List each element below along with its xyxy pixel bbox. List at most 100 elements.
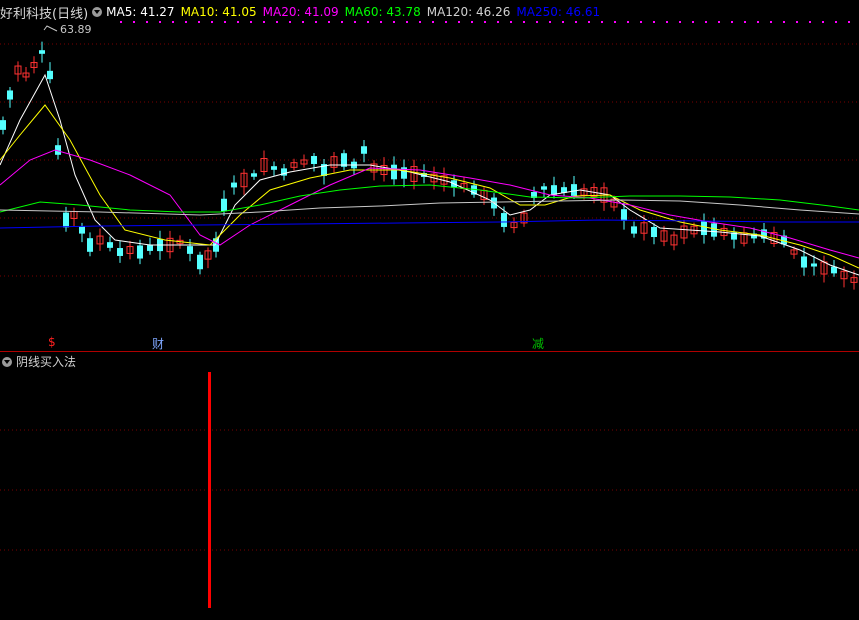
top-dot xyxy=(601,21,603,23)
top-dot xyxy=(549,21,551,23)
top-dot xyxy=(315,21,317,23)
top-dot xyxy=(432,21,434,23)
top-dot xyxy=(159,21,161,23)
top-dot xyxy=(185,21,187,23)
candle-down xyxy=(361,146,367,154)
candle-down xyxy=(147,245,153,251)
candle-down xyxy=(251,173,257,177)
top-dot xyxy=(341,21,343,23)
top-dot xyxy=(445,21,447,23)
top-dot xyxy=(393,21,395,23)
top-dot xyxy=(367,21,369,23)
ma20-label: MA20: 41.09 xyxy=(262,5,339,19)
top-dot xyxy=(731,21,733,23)
ma60-line xyxy=(0,184,859,213)
top-dot xyxy=(224,21,226,23)
top-dot xyxy=(718,21,720,23)
candle-down xyxy=(551,185,557,195)
candle-down xyxy=(701,220,707,236)
candle-down xyxy=(631,226,637,234)
candle-down xyxy=(801,256,807,268)
candle-down xyxy=(137,245,143,259)
top-dot xyxy=(250,21,252,23)
top-dot xyxy=(198,21,200,23)
candle-down xyxy=(0,120,6,130)
top-dot xyxy=(614,21,616,23)
top-dot xyxy=(588,21,590,23)
top-dot xyxy=(289,21,291,23)
ma10-line xyxy=(0,104,859,269)
top-dot xyxy=(328,21,330,23)
top-dot xyxy=(705,21,707,23)
top-dot xyxy=(835,21,837,23)
indicator-chart xyxy=(0,372,859,608)
top-dot xyxy=(354,21,356,23)
top-dot xyxy=(744,21,746,23)
top-dot xyxy=(497,21,499,23)
top-dot xyxy=(146,21,148,23)
top-dot xyxy=(406,21,408,23)
top-dot xyxy=(627,21,629,23)
candle-down xyxy=(39,50,45,54)
candle-down xyxy=(831,266,837,274)
indicator-title[interactable]: 阴线买入法 xyxy=(16,353,76,370)
candle-down xyxy=(47,70,53,80)
marker-dollar[interactable]: $ xyxy=(48,335,56,349)
candle-down xyxy=(811,263,817,267)
top-dot xyxy=(380,21,382,23)
top-dot xyxy=(458,21,460,23)
indicator-toggle-icon[interactable] xyxy=(2,356,12,367)
candle-down xyxy=(541,186,547,190)
top-dot xyxy=(809,21,811,23)
ma250-label: MA250: 46.61 xyxy=(516,5,601,19)
ma120-label: MA120: 46.26 xyxy=(426,5,511,19)
indicator-panel[interactable]: 阴线买入法 xyxy=(0,352,859,616)
top-dot xyxy=(783,21,785,23)
candle-down xyxy=(79,226,85,234)
stock-name[interactable]: 好利科技(日线) xyxy=(0,3,88,22)
candle-down xyxy=(571,184,577,196)
candle-down xyxy=(221,198,227,212)
marker-jian[interactable]: 减 xyxy=(532,335,544,352)
top-dot xyxy=(510,21,512,23)
top-dot xyxy=(536,21,538,23)
peak-price-label: 63.89 xyxy=(60,23,92,36)
ma250-line xyxy=(0,219,859,229)
top-dot xyxy=(523,21,525,23)
ma5-label: MA5: 41.27 xyxy=(106,5,175,19)
top-dot xyxy=(640,21,642,23)
candlestick-chart xyxy=(0,21,859,290)
main-price-chart[interactable]: 好利科技(日线) MA5: 41.27 MA10: 41.05 MA20: 41… xyxy=(0,0,859,352)
top-dot xyxy=(822,21,824,23)
top-dot xyxy=(848,21,850,23)
candle-down xyxy=(621,209,627,221)
top-dot xyxy=(211,21,213,23)
candle-down xyxy=(187,246,193,254)
top-dot xyxy=(263,21,265,23)
ma-header: 好利科技(日线) MA5: 41.27 MA10: 41.05 MA20: 41… xyxy=(0,3,606,22)
peak-pointer xyxy=(43,25,58,32)
candle-down xyxy=(311,156,317,164)
candle-down xyxy=(651,226,657,238)
collapse-toggle-icon[interactable] xyxy=(92,7,103,17)
marker-cai[interactable]: 财 xyxy=(152,335,164,352)
top-dot xyxy=(796,21,798,23)
top-dot xyxy=(172,21,174,23)
top-dot xyxy=(471,21,473,23)
top-dot xyxy=(562,21,564,23)
candle-down xyxy=(711,223,717,237)
candle-down xyxy=(197,254,203,270)
candle-down xyxy=(87,238,93,252)
candle-down xyxy=(231,182,237,188)
top-dot xyxy=(276,21,278,23)
top-dot xyxy=(419,21,421,23)
candle-down xyxy=(63,212,69,228)
top-dot xyxy=(575,21,577,23)
indicator-header: 阴线买入法 xyxy=(0,353,76,370)
top-dot xyxy=(666,21,668,23)
top-dot xyxy=(679,21,681,23)
ma10-label: MA10: 41.05 xyxy=(180,5,257,19)
ma60-label: MA60: 43.78 xyxy=(344,5,421,19)
top-dot xyxy=(484,21,486,23)
top-dot xyxy=(653,21,655,23)
